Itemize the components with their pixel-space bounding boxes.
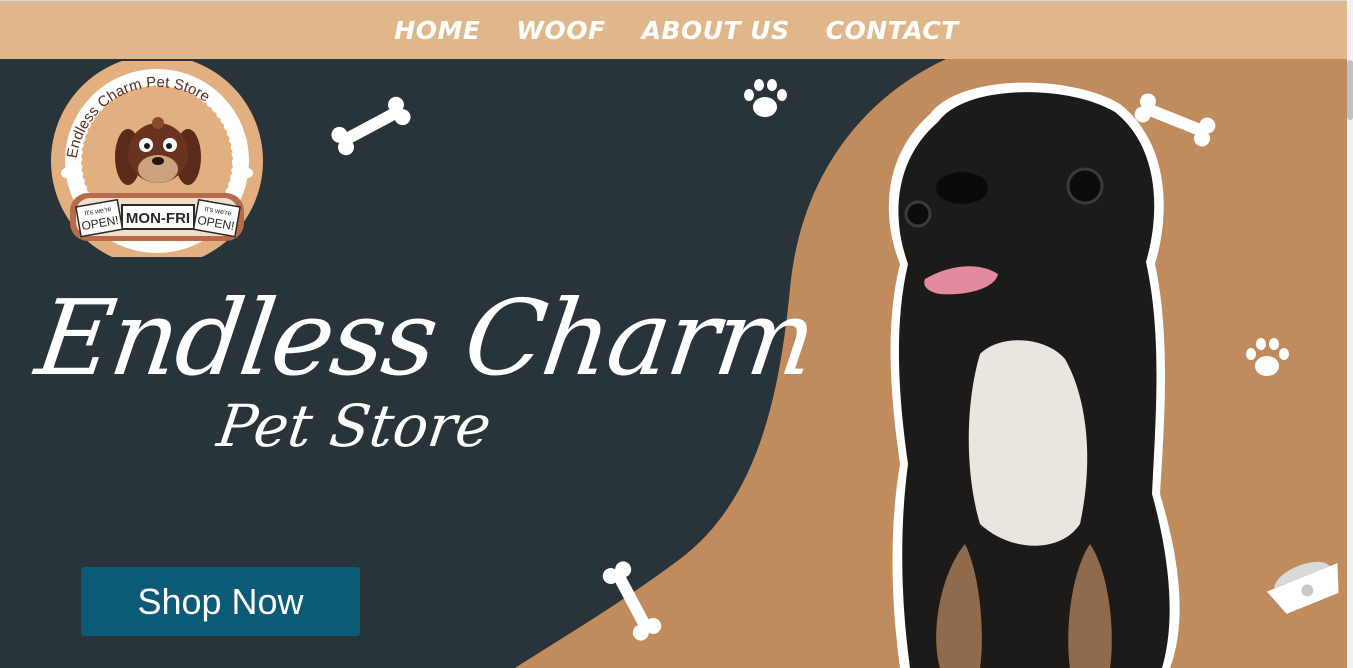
shop-now-button[interactable]: Shop Now xyxy=(81,567,360,636)
bone-icon xyxy=(331,96,411,156)
top-nav: HOME WOOF ABOUT US CONTACT xyxy=(0,0,1353,59)
store-logo: Endless Charm Pet Store MON-FRI It's we'… xyxy=(51,61,263,257)
hero-subtitle: Pet Store xyxy=(213,392,496,460)
bone-icon xyxy=(602,561,662,641)
logo-sign-center: MON-FRI xyxy=(126,210,190,227)
paw-icon xyxy=(744,79,787,117)
nav-contact[interactable]: CONTACT xyxy=(826,16,959,45)
page-scrollbar-thumb[interactable] xyxy=(1347,60,1353,120)
food-bowl-icon xyxy=(1266,561,1339,614)
dog-photo xyxy=(888,82,1180,668)
paw-icon xyxy=(1246,338,1289,376)
bone-icon xyxy=(1134,93,1216,147)
nav-woof[interactable]: WOOF xyxy=(516,16,605,45)
nav-home[interactable]: HOME xyxy=(394,16,480,45)
nav-about-us[interactable]: ABOUT US xyxy=(642,16,790,45)
